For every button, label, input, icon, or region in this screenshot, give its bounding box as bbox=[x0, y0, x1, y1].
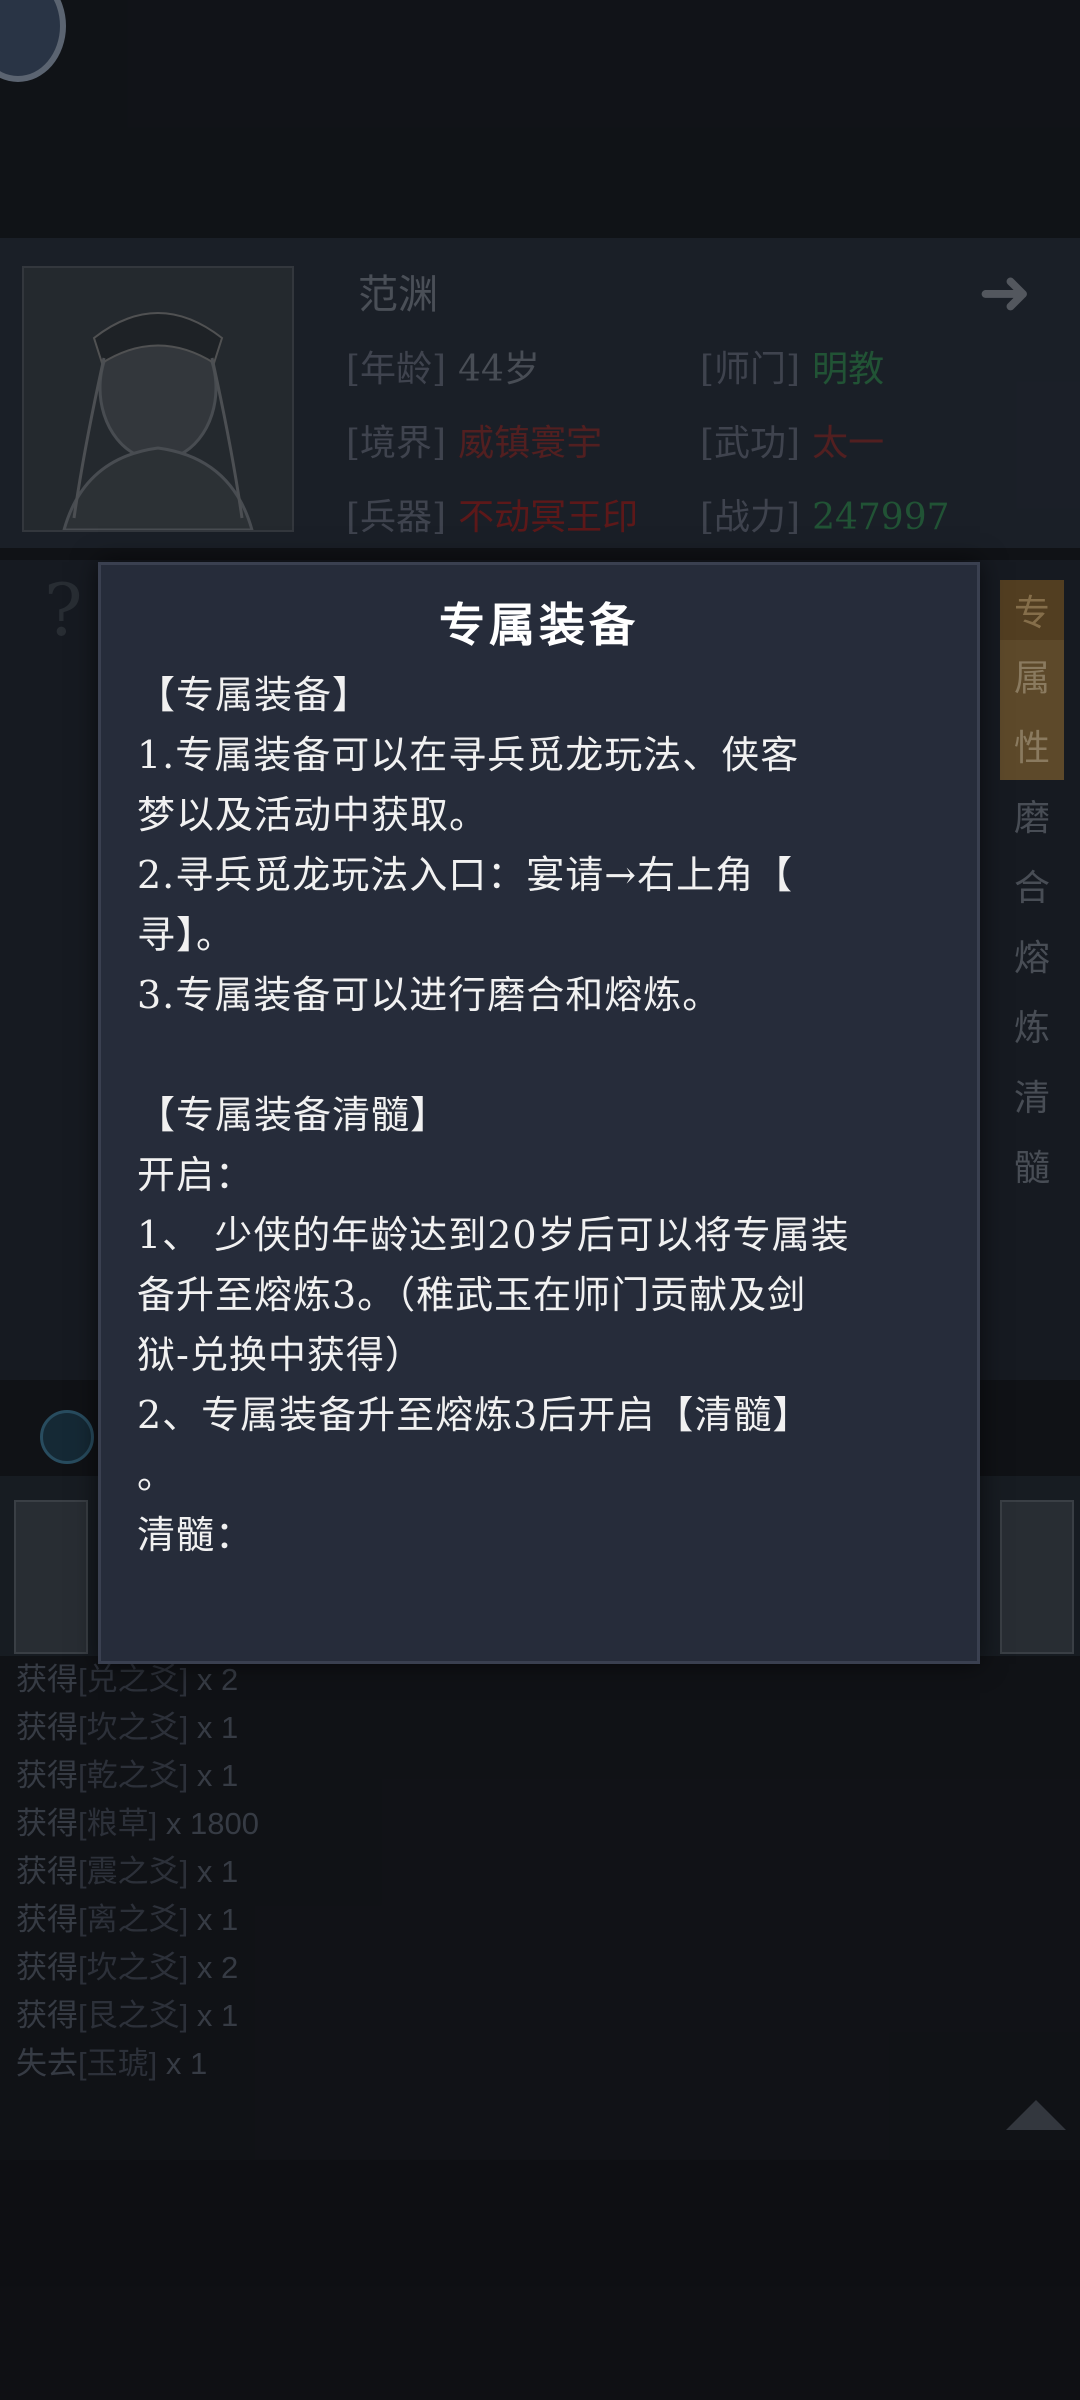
dialog-title: 专属装备 bbox=[439, 598, 639, 652]
dialog-text-line: 备升至熔炼3。（稚武玉在师门贡献及剑 bbox=[137, 1273, 807, 1317]
dialog-text-line: 1、 少侠的年龄达到20岁后可以将专属装 bbox=[137, 1213, 850, 1257]
dialog-text-line: 3.专属装备可以进行磨合和熔炼。 bbox=[137, 973, 722, 1017]
dialog-text-line: 开启： bbox=[137, 1153, 255, 1197]
dialog-text-line: 狱-兑换中获得） bbox=[137, 1333, 424, 1377]
dialog-text-line: 【专属装备清髓】 bbox=[137, 1093, 450, 1137]
dialog-blank-line bbox=[137, 1025, 957, 1085]
dialog-text-line: 。 bbox=[137, 1453, 177, 1497]
dialog-text-line: 2、专属装备升至熔炼3后开启【清髓】 bbox=[137, 1393, 812, 1437]
dialog-body: 【专属装备】 1.专属装备可以在寻兵觅龙玩法、侠客 梦以及活动中获取。 2.寻兵… bbox=[137, 665, 957, 1565]
game-screen: 范渊 ➜ [年龄] 44岁 [师门] 明教 [境界] 威镇寰宇 [武功] 太一 [兵器]… bbox=[0, 0, 1080, 2400]
exclusive-equipment-dialog: 专属装备 【专属装备】 1.专属装备可以在寻兵觅龙玩法、侠客 梦以及活动中获取。… bbox=[98, 562, 980, 1664]
dialog-text-line: 寻】。 bbox=[137, 913, 236, 957]
dialog-text-line: 【专属装备】 bbox=[137, 673, 372, 717]
dialog-text-line: 清髓： bbox=[137, 1513, 255, 1557]
dialog-text-line: 1.专属装备可以在寻兵觅龙玩法、侠客 bbox=[137, 733, 800, 777]
dialog-text-line: 2.寻兵觅龙玩法入口：宴请→右上角【 bbox=[137, 853, 794, 897]
dialog-text-line: 梦以及活动中获取。 bbox=[137, 793, 489, 837]
